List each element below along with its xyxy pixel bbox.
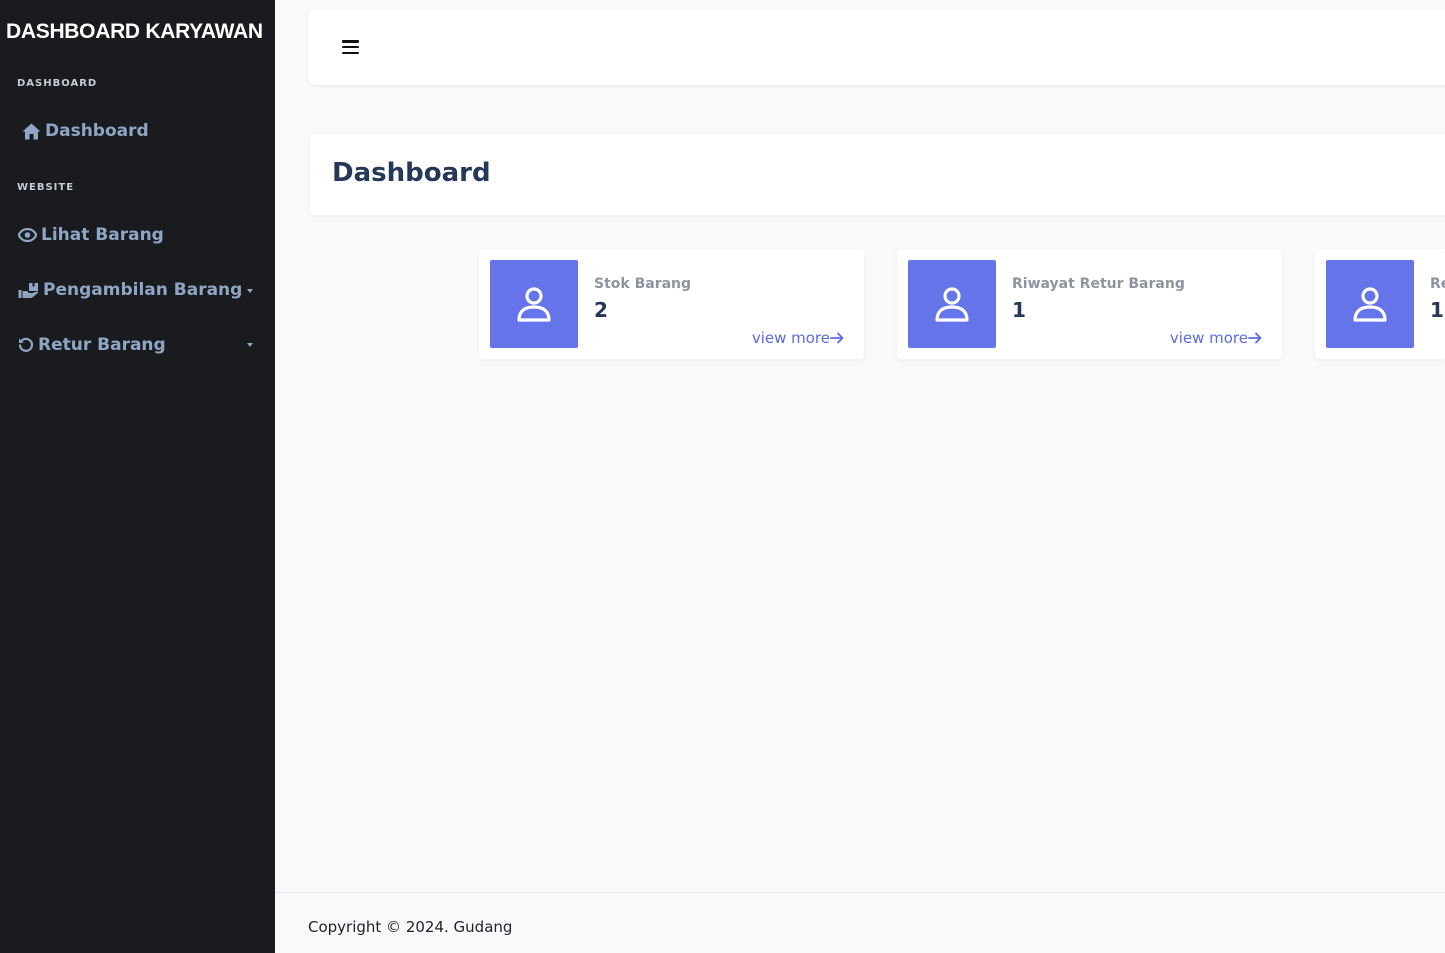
view-more-label: view more xyxy=(751,329,830,347)
card-value: 2 xyxy=(594,298,608,322)
stat-card-stok-barang: Stok Barang 2 view more xyxy=(479,249,864,359)
card-icon-box xyxy=(1326,260,1414,348)
arrow-right-icon xyxy=(1248,332,1262,344)
sidebar-item-retur-barang[interactable]: Retur Barang xyxy=(18,335,166,355)
page-header: Dashboard xyxy=(310,134,1445,215)
hamburger-icon[interactable] xyxy=(342,40,359,55)
sidebar-item-label: Retur Barang xyxy=(38,335,166,355)
sidebar-item-label: Pengambilan Barang xyxy=(43,280,243,300)
stat-card-riwayat-retur-barang: Riwayat Retur Barang 1 view more xyxy=(897,249,1282,359)
chevron-down-icon[interactable] xyxy=(247,343,253,347)
footer: Copyright © 2024. Gudang xyxy=(275,892,1445,953)
sidebar-item-dashboard[interactable]: Dashboard xyxy=(22,121,149,141)
rotate-left-icon xyxy=(18,337,34,352)
sidebar-item-lihat-barang[interactable]: Lihat Barang xyxy=(18,225,164,245)
copyright-text: Copyright © 2024. Gudang xyxy=(308,918,513,936)
sidebar-item-label: Lihat Barang xyxy=(41,225,164,245)
home-icon xyxy=(22,123,41,139)
section-label-dashboard: DASHBOARD xyxy=(17,78,98,89)
section-label-website: WEBSITE xyxy=(17,182,75,193)
topbar xyxy=(308,10,1445,85)
card-value: 1 xyxy=(1430,298,1444,322)
user-icon xyxy=(1353,287,1387,322)
hand-box-icon xyxy=(18,282,39,298)
card-icon-box xyxy=(908,260,996,348)
brand-title[interactable]: DASHBOARD KARYAWAN xyxy=(6,20,263,44)
view-more-link[interactable]: view more xyxy=(752,329,844,347)
user-icon xyxy=(935,287,969,322)
stat-card-partial: Re 1 xyxy=(1315,249,1445,359)
chevron-down-icon[interactable] xyxy=(247,289,253,293)
card-label: Re xyxy=(1430,276,1445,292)
sidebar-item-label: Dashboard xyxy=(45,121,149,141)
sidebar: DASHBOARD KARYAWAN DASHBOARD Dashboard W… xyxy=(0,0,275,953)
eye-icon xyxy=(18,228,37,242)
view-more-label: view more xyxy=(1169,329,1248,347)
card-value: 1 xyxy=(1012,298,1026,322)
user-icon xyxy=(517,287,551,322)
card-label: Stok Barang xyxy=(594,276,692,292)
sidebar-item-pengambilan-barang[interactable]: Pengambilan Barang xyxy=(18,280,242,300)
page-title: Dashboard xyxy=(332,158,491,188)
arrow-right-icon xyxy=(830,332,844,344)
view-more-link[interactable]: view more xyxy=(1170,329,1262,347)
card-icon-box xyxy=(490,260,578,348)
card-label: Riwayat Retur Barang xyxy=(1012,276,1185,292)
